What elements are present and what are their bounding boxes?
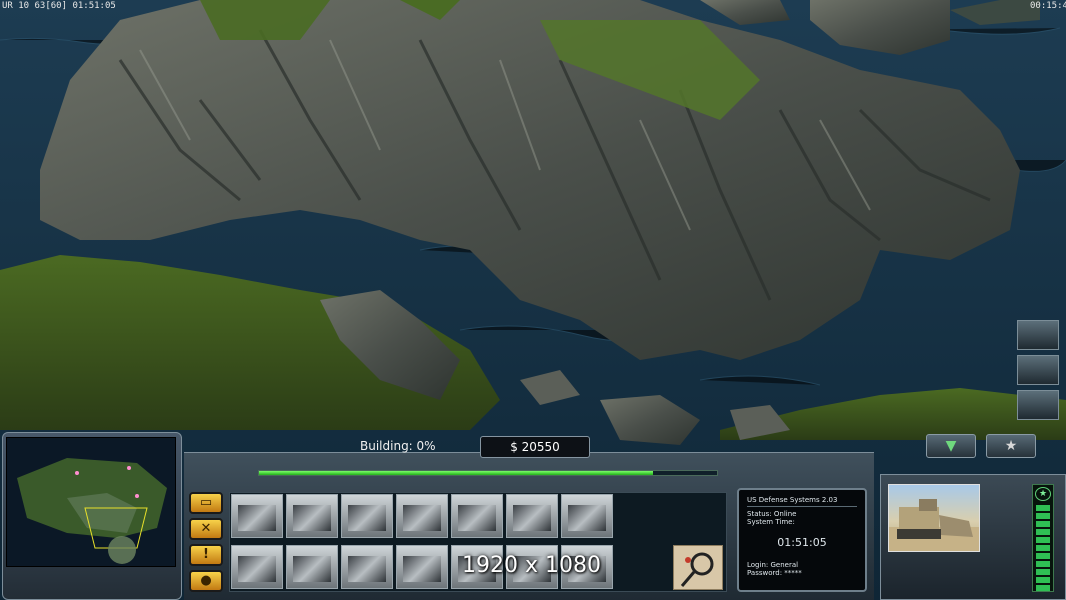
alert-button[interactable]: ! xyxy=(189,544,223,566)
health-segment xyxy=(1036,553,1050,559)
build-slot-thumbnail xyxy=(293,505,331,531)
performance-stats: UR 10 63[60] 01:51:05 xyxy=(2,1,116,11)
build-slot-thumbnail xyxy=(348,556,386,582)
minimap[interactable] xyxy=(6,437,176,567)
build-slot-thumbnail xyxy=(348,505,386,531)
build-slot-thumbnail xyxy=(238,505,276,531)
structures-icon: ▭ xyxy=(199,495,213,510)
build-slot-thumbnail xyxy=(513,505,551,531)
health-segment xyxy=(1036,537,1050,543)
console-password: Password: ***** xyxy=(747,569,802,577)
build-progress-fill xyxy=(259,471,653,475)
console-title: US Defense Systems 2.03 xyxy=(747,496,838,504)
build-slot-thumbnail xyxy=(403,505,441,531)
alert-icon: ! xyxy=(203,547,209,562)
money-counter: $ 20550 xyxy=(480,436,590,458)
zoom-magnifier-icon[interactable] xyxy=(1017,320,1059,350)
health-segment xyxy=(1036,561,1050,567)
defense-console: US Defense Systems 2.03 Status: Online S… xyxy=(737,488,867,592)
chat-button[interactable]: ● xyxy=(189,570,223,592)
rank-star-button[interactable]: ★ xyxy=(986,434,1036,458)
repair-wrench-icon: ✕ xyxy=(200,521,212,536)
missile-ability-icon[interactable] xyxy=(1017,355,1059,385)
console-time: 01:51:05 xyxy=(777,536,827,549)
build-slot[interactable] xyxy=(341,545,393,589)
health-segment xyxy=(1036,585,1050,591)
health-segment xyxy=(1036,513,1050,519)
health-segment xyxy=(1036,529,1050,535)
health-segment xyxy=(1036,545,1050,551)
health-segment xyxy=(1036,521,1050,527)
radar-scan-icon[interactable] xyxy=(673,545,723,590)
build-slot[interactable] xyxy=(231,545,283,589)
repair-button[interactable]: ✕ xyxy=(189,518,223,540)
build-slot-thumbnail xyxy=(568,505,606,531)
chat-bubble-icon: ● xyxy=(200,573,212,588)
build-slot[interactable] xyxy=(396,545,448,589)
build-slot-thumbnail xyxy=(403,556,441,582)
build-slot[interactable] xyxy=(561,494,613,538)
health-segment xyxy=(1036,505,1050,511)
build-slot[interactable] xyxy=(506,494,558,538)
console-status: Status: Online xyxy=(747,510,797,518)
build-slot[interactable] xyxy=(286,494,338,538)
build-slot[interactable] xyxy=(231,494,283,538)
unit-portrait-dozer[interactable] xyxy=(888,484,980,552)
veterancy-star-icon: ★ xyxy=(1035,487,1051,501)
build-slot-thumbnail xyxy=(458,505,496,531)
build-progress-bar xyxy=(258,470,718,476)
console-time-label: System Time: xyxy=(747,518,795,526)
build-slot[interactable] xyxy=(341,494,393,538)
structures-button[interactable]: ▭ xyxy=(189,492,223,514)
build-slot[interactable] xyxy=(451,494,503,538)
collapse-panel-button[interactable]: ▼ xyxy=(926,434,976,458)
build-slot[interactable] xyxy=(286,545,338,589)
building-status: Building: 0% xyxy=(360,439,436,453)
health-segment xyxy=(1036,577,1050,583)
console-login: Login: General xyxy=(747,561,799,569)
build-slot-thumbnail xyxy=(293,556,331,582)
unit-health-bar: ★ xyxy=(1032,484,1054,592)
health-segment xyxy=(1036,569,1050,575)
build-slot-thumbnail xyxy=(238,556,276,582)
resolution-overlay: 1920 x 1080 xyxy=(462,553,601,578)
build-slot[interactable] xyxy=(396,494,448,538)
game-clock: 00:15:47 xyxy=(1030,1,1066,11)
